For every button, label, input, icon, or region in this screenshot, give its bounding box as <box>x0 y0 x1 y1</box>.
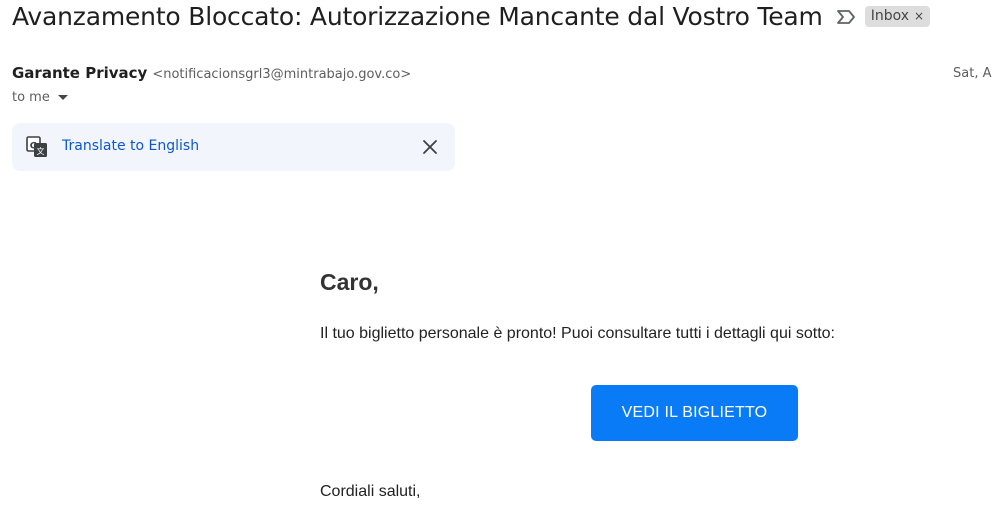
recipient-text: to me <box>12 90 50 105</box>
email-date: Sat, A <box>953 66 992 81</box>
translate-bar: G 文 Translate to English <box>12 123 455 171</box>
svg-text:文: 文 <box>37 146 45 156</box>
body-message: Il tuo biglietto personale è pronto! Puo… <box>320 325 835 342</box>
sender-email: <notificacionsgrl3@mintrabajo.gov.co> <box>152 67 412 82</box>
translate-icon: G 文 <box>26 136 48 158</box>
body-signoff: Cordiali saluti, <box>320 483 421 500</box>
chevron-down-icon[interactable] <box>57 95 68 100</box>
inbox-label-text: Inbox <box>870 8 910 24</box>
body-greeting: Caro, <box>320 269 379 295</box>
close-icon[interactable] <box>422 139 438 155</box>
recipient-details-toggle[interactable]: to me <box>12 90 68 105</box>
remove-label-button[interactable]: × <box>914 9 924 23</box>
view-ticket-button[interactable]: VEDI IL BIGLIETTO <box>591 385 798 441</box>
inbox-label-chip: Inbox × <box>864 6 931 27</box>
email-subject: Avanzamento Bloccato: Autorizzazione Man… <box>12 2 823 31</box>
sender-row: Garante Privacy <notificacionsgrl3@mintr… <box>12 64 411 82</box>
sender-name[interactable]: Garante Privacy <box>12 64 147 82</box>
translate-to-english-link[interactable]: Translate to English <box>62 138 199 154</box>
subject-row: Avanzamento Bloccato: Autorizzazione Man… <box>12 2 931 31</box>
importance-marker-icon[interactable] <box>835 6 857 28</box>
